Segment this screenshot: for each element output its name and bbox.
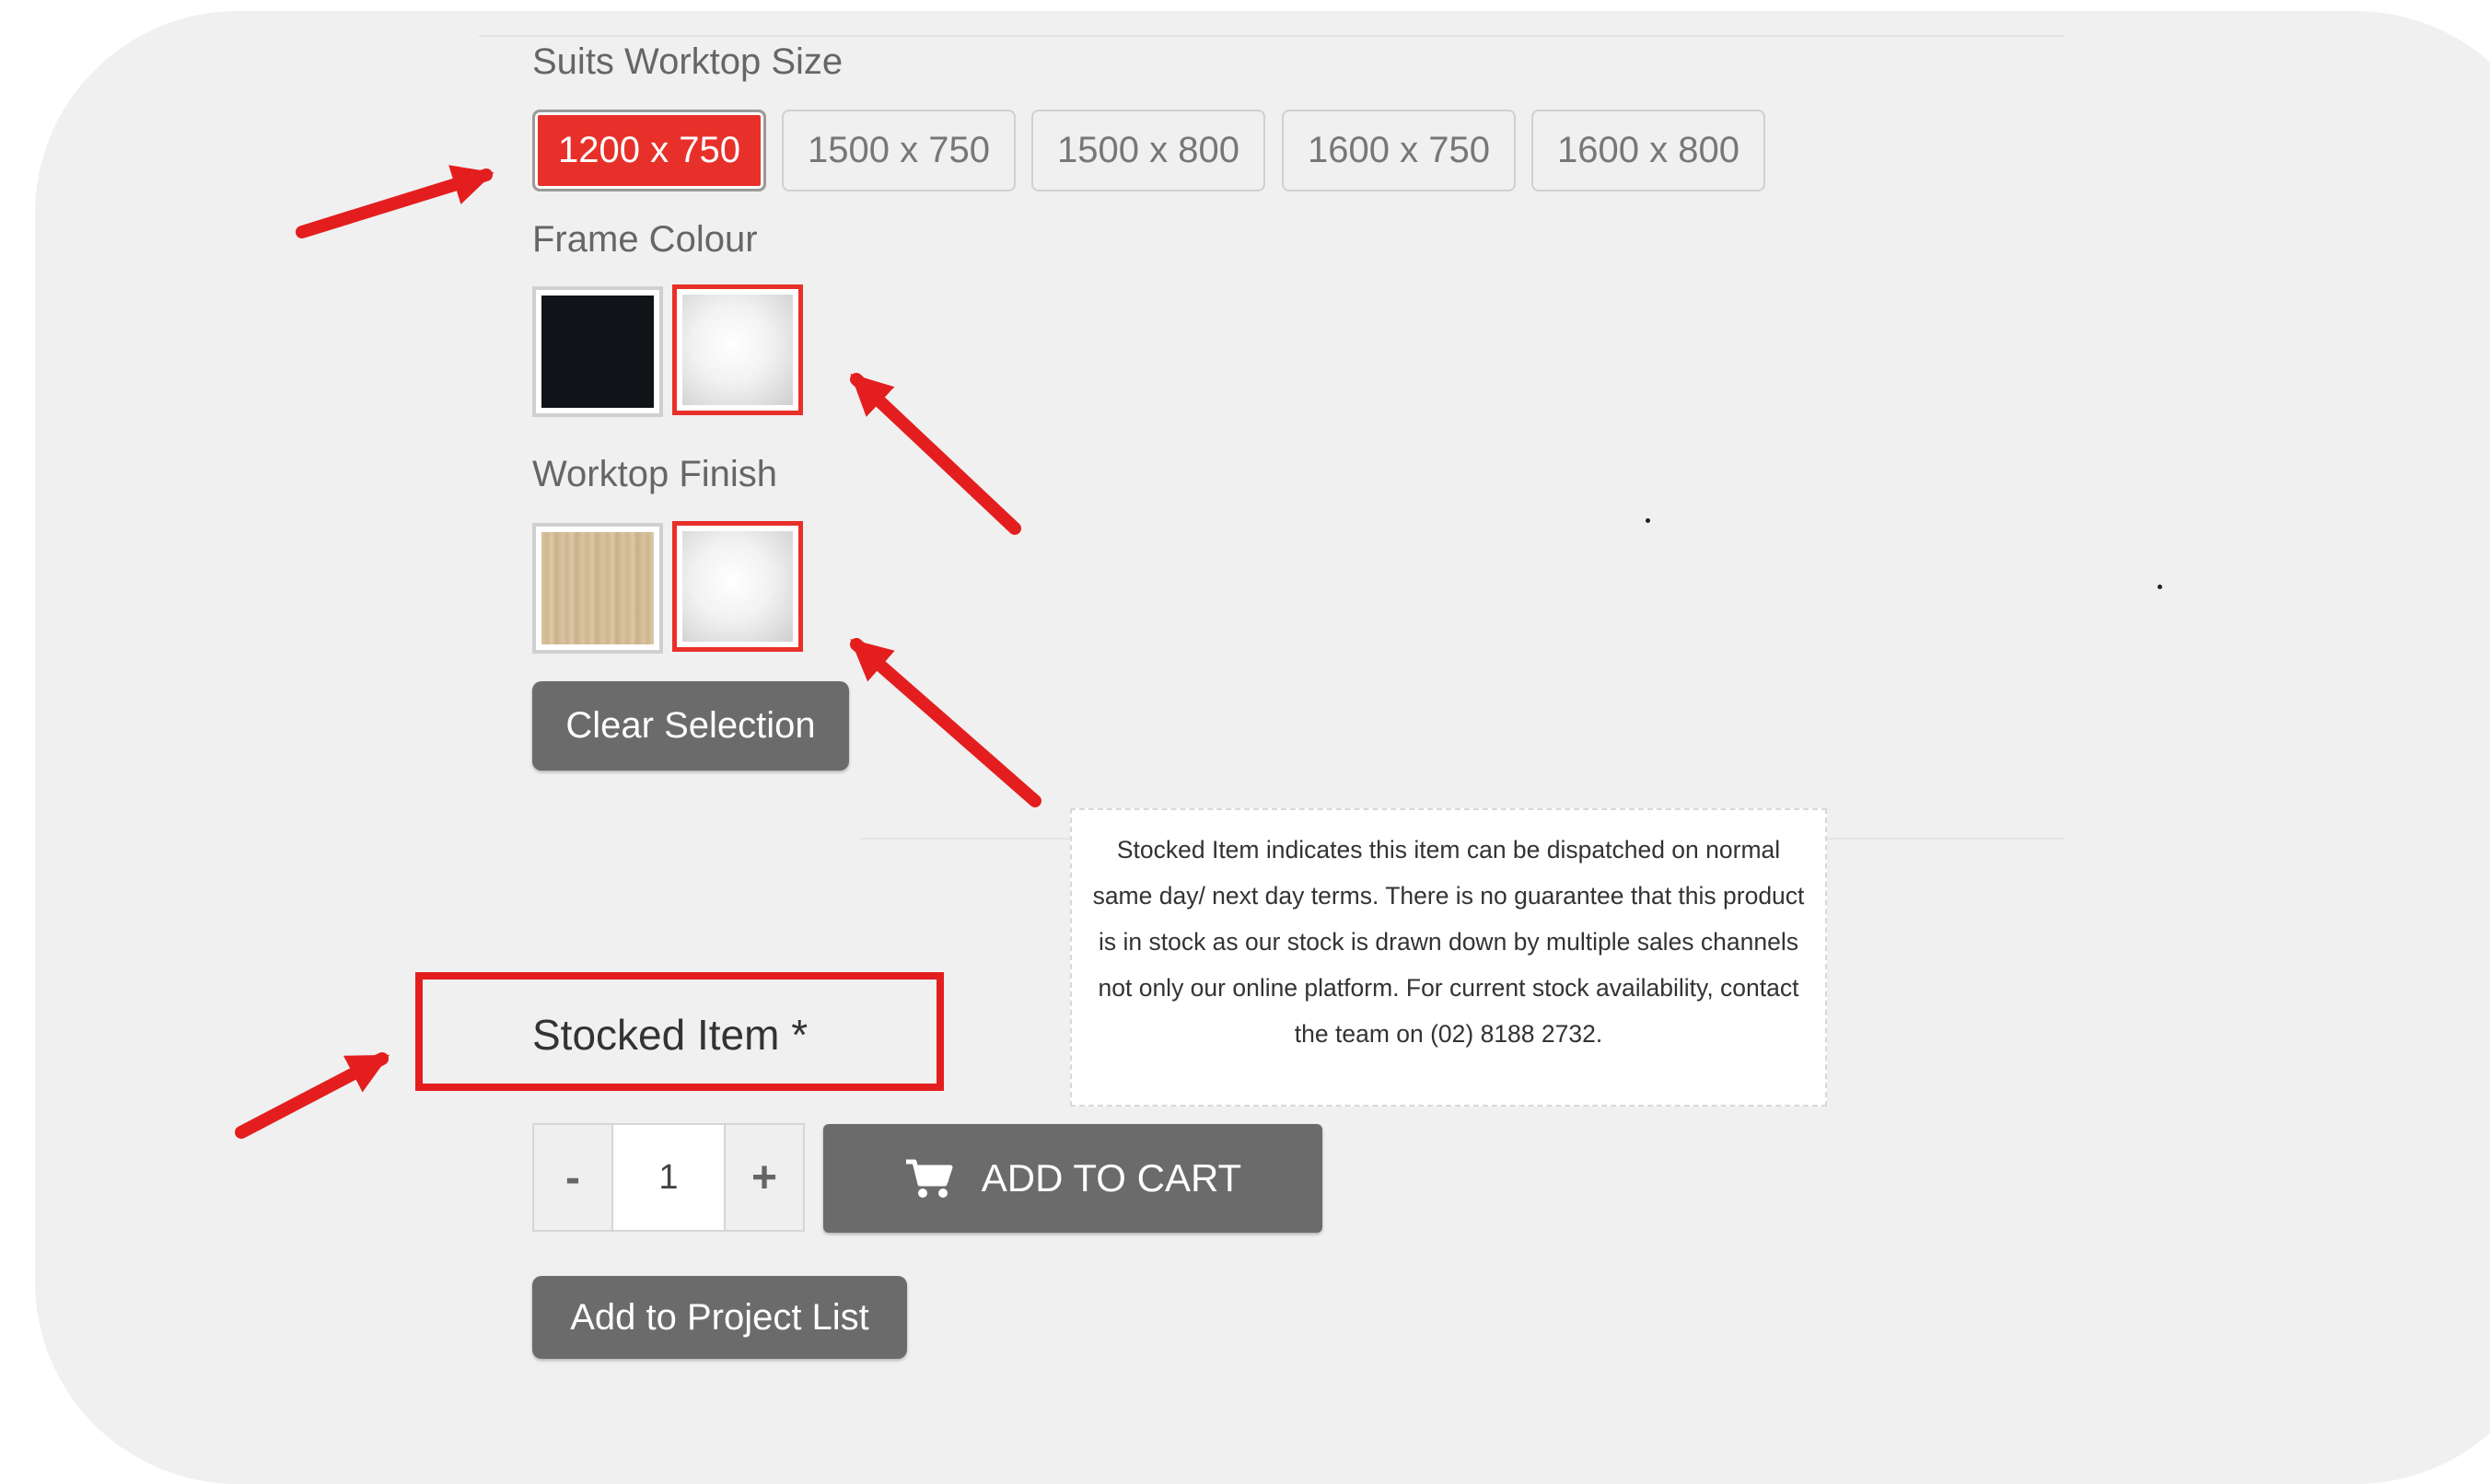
red-arrow-icon bbox=[296, 165, 495, 238]
red-arrow-icon bbox=[235, 1052, 390, 1139]
red-arrow-icon bbox=[850, 638, 1041, 807]
annotation-arrows bbox=[235, 165, 1041, 1139]
red-arrow-icon bbox=[850, 373, 1021, 535]
